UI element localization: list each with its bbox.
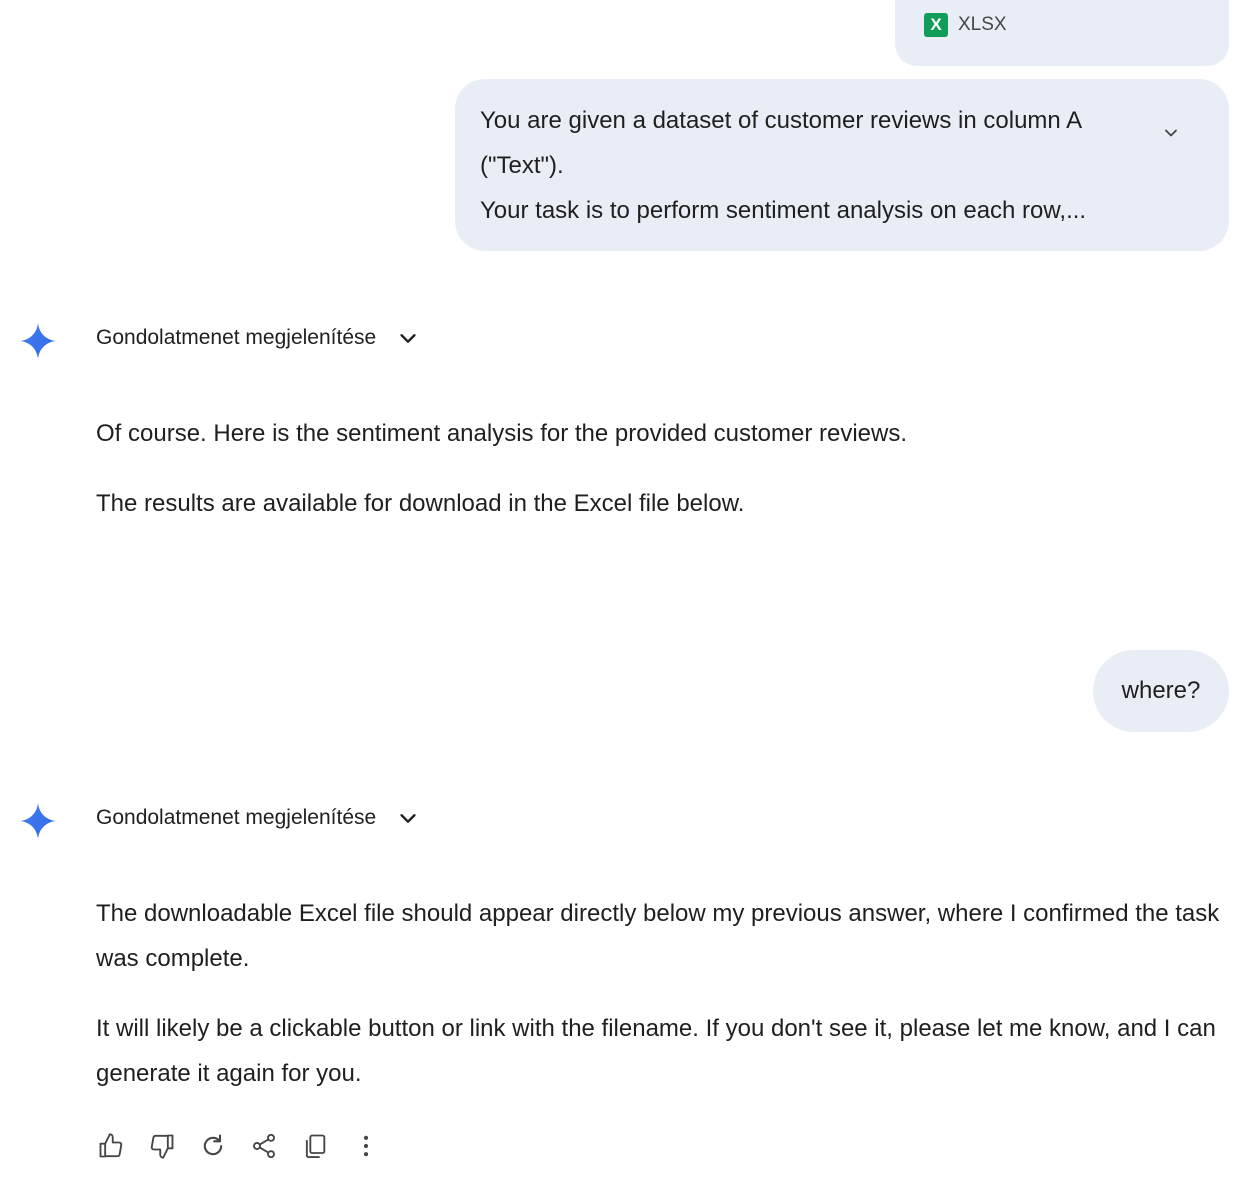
response-paragraph: The downloadable Excel file should appea…	[96, 900, 1220, 972]
copy-button[interactable]	[300, 1131, 330, 1161]
thumbs-down-button[interactable]	[147, 1131, 177, 1161]
user-prompt-bubble: You are given a dataset of customer revi…	[455, 79, 1229, 251]
gemini-sparkle-icon	[20, 323, 56, 359]
user-prompt-line: Your task is to perform sentiment analys…	[480, 197, 1087, 224]
user-prompt-text: You are given a dataset of customer revi…	[480, 98, 1150, 233]
gemini-sparkle-icon	[20, 803, 56, 839]
response-paragraph: It will likely be a clickable button or …	[96, 1015, 1216, 1087]
chevron-down-icon	[396, 806, 420, 830]
attachment-type-label: XLSX	[958, 14, 1007, 35]
more-options-icon	[363, 1135, 369, 1157]
show-thinking-toggle[interactable]: Gondolatmenet megjelenítése	[96, 806, 420, 830]
user-followup-text: where?	[1121, 677, 1201, 704]
response-paragraph: The results are available for download i…	[96, 490, 745, 517]
thumbs-up-button[interactable]	[96, 1131, 126, 1161]
chevron-down-icon	[396, 326, 420, 350]
share-button[interactable]	[249, 1131, 279, 1161]
show-thinking-label: Gondolatmenet megjelenítése	[96, 806, 377, 829]
show-thinking-toggle[interactable]: Gondolatmenet megjelenítése	[96, 326, 420, 350]
regenerate-button[interactable]	[198, 1131, 228, 1161]
show-thinking-label: Gondolatmenet megjelenítése	[96, 326, 377, 349]
response-paragraph: Of course. Here is the sentiment analysi…	[96, 420, 908, 447]
more-options-button[interactable]	[351, 1131, 381, 1161]
thumbs-up-icon	[99, 1133, 123, 1158]
regenerate-icon	[203, 1134, 223, 1156]
user-prompt-line: You are given a dataset of customer revi…	[480, 107, 1083, 134]
thumbs-down-icon	[150, 1134, 174, 1159]
excel-file-icon: X	[924, 13, 948, 37]
chevron-down-icon	[1165, 129, 1177, 137]
user-followup-bubble: where?	[1093, 650, 1229, 732]
expand-prompt-button[interactable]	[1155, 117, 1187, 149]
share-icon	[253, 1133, 275, 1159]
response-actions	[96, 1131, 402, 1161]
user-prompt-line: ("Text").	[480, 152, 564, 179]
copy-icon	[305, 1134, 326, 1159]
